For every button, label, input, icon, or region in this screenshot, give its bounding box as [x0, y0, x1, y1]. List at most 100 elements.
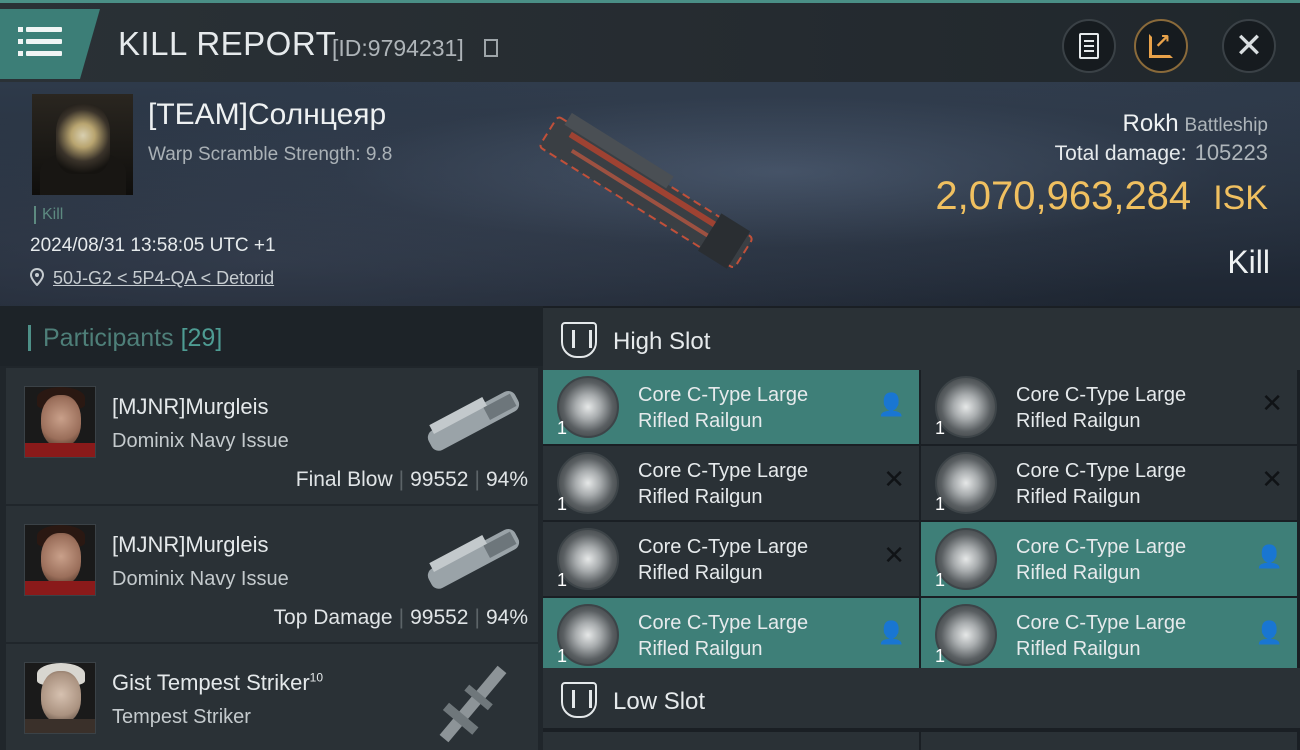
module-name-line2: Rifled Railgun [1016, 562, 1141, 584]
avatar-coat [25, 443, 95, 457]
separator: | [474, 606, 480, 629]
module-name: Core C-Type Large Rifled Railgun [638, 382, 868, 434]
share-icon [1149, 29, 1173, 58]
portrait-helmet [56, 104, 110, 174]
copy-icon[interactable] [484, 39, 498, 57]
page-title: KILL REPORT [118, 25, 337, 62]
notes-button[interactable] [1062, 19, 1116, 73]
avatar-coat [25, 719, 95, 733]
participant-ship: Dominix Navy Issue [112, 568, 289, 590]
participant-ship-image [427, 390, 520, 451]
menu-button[interactable] [0, 9, 100, 79]
total-damage: Total damage: 105223 [1055, 140, 1268, 166]
high-slot-icon [561, 322, 597, 358]
destroyed-x-icon: ✕ [1261, 388, 1283, 418]
participant-percent: 94% [485, 468, 528, 491]
participant-ship-image [427, 528, 520, 589]
close-button[interactable]: ✕ [1222, 19, 1276, 73]
victim-portrait[interactable] [32, 94, 133, 195]
location-pin-icon [30, 268, 44, 286]
dropped-person-icon: 👤 [1255, 544, 1283, 569]
participant-name-text: Gist Tempest Striker [112, 670, 310, 695]
separator: | [398, 468, 405, 491]
participant-role: Top Damage [273, 606, 393, 629]
module-quantity: 1 [557, 646, 568, 666]
module-name-line2: Rifled Railgun [1016, 638, 1141, 660]
high-slot-module[interactable]: 1 Core C-Type Large Rifled Railgun ✕ [921, 370, 1297, 444]
module-quantity: 1 [935, 646, 946, 666]
high-slot-module[interactable]: 1 Core C-Type Large Rifled Railgun 👤 [921, 598, 1297, 672]
participants-label: Participants [43, 324, 174, 352]
isk-value: 2,070,963,284 ISK [935, 174, 1268, 219]
ship-name[interactable]: Rokh [1123, 110, 1179, 137]
module-quantity: 1 [935, 418, 946, 438]
victim-ship: Rokh Battleship [1123, 110, 1268, 138]
module-name-line1: Core C-Type Large [638, 384, 809, 406]
high-slot-module[interactable]: 1 Core C-Type Large Rifled Railgun ✕ [543, 446, 919, 520]
high-slot-header: High Slot [543, 308, 1300, 370]
module-name-line1: Core C-Type Large [638, 612, 809, 634]
high-slot-module[interactable]: 1 Core C-Type Large Rifled Railgun ✕ [543, 522, 919, 596]
dropped-person-icon: 👤 [877, 620, 905, 645]
destroyed-x-icon: ✕ [883, 540, 905, 570]
participant-stats: Top Damage | 99552 | 94% [274, 606, 528, 630]
participant-ship: Tempest Striker [112, 706, 251, 728]
module-name-line2: Rifled Railgun [638, 638, 763, 660]
participant-row[interactable]: [MJNR]Murgleis Dominix Navy Issue Final … [6, 368, 538, 504]
victim-ship-image[interactable] [520, 104, 770, 284]
victim-pilot-name[interactable]: [TEAM]Солнцеяр [148, 98, 386, 132]
module-name-line1: Core C-Type Large [1016, 536, 1187, 558]
high-slot-module[interactable]: 1 Core C-Type Large Rifled Railgun 👤 [543, 598, 919, 672]
close-icon: ✕ [1234, 27, 1264, 65]
high-slot-module[interactable]: 1 Core C-Type Large Rifled Railgun ✕ [921, 446, 1297, 520]
module-quantity: 1 [935, 494, 946, 514]
participant-name: [MJNR]Murgleis [112, 394, 269, 419]
separator: | [474, 468, 480, 491]
low-slot-module[interactable] [921, 732, 1297, 750]
high-slot-module[interactable]: 1 Core C-Type Large Rifled Railgun 👤 [921, 522, 1297, 596]
module-name: Core C-Type Large Rifled Railgun [1016, 382, 1246, 434]
isk-amount: 2,070,963,284 [935, 174, 1192, 218]
module-name-line1: Core C-Type Large [638, 536, 809, 558]
avatar[interactable] [24, 386, 96, 458]
module-quantity: 1 [935, 570, 946, 590]
clipboard-icon [1079, 33, 1099, 59]
participant-row[interactable]: Gist Tempest Striker10 Tempest Striker [6, 644, 538, 750]
avatar[interactable] [24, 524, 96, 596]
participant-role: Final Blow [295, 468, 393, 491]
participant-row[interactable]: [MJNR]Murgleis Dominix Navy Issue Top Da… [6, 506, 538, 642]
participant-name: Gist Tempest Striker10 [112, 670, 323, 696]
avatar-face [41, 671, 81, 723]
module-name-line2: Rifled Railgun [638, 562, 763, 584]
low-slot-module[interactable] [543, 732, 919, 750]
kill-result: Kill [1227, 244, 1270, 280]
menu-icon [18, 27, 62, 32]
dropped-person-icon: 👤 [1255, 620, 1283, 645]
module-quantity: 1 [557, 494, 568, 514]
participants-count: [29] [180, 324, 223, 352]
module-name-line2: Rifled Railgun [1016, 486, 1141, 508]
avatar-face [41, 533, 81, 585]
module-name-line1: Core C-Type Large [1016, 384, 1187, 406]
module-name: Core C-Type Large Rifled Railgun [1016, 610, 1246, 662]
menu-icon-bar [18, 39, 62, 44]
module-name-line1: Core C-Type Large [1016, 460, 1187, 482]
header-bar: KILL REPORT [ID:9794231] ✕ [0, 0, 1300, 82]
module-quantity: 1 [557, 570, 568, 590]
participants-panel: Participants [29] [MJNR]Murgleis Dominix… [0, 306, 543, 750]
location-link[interactable]: 50J-G2 < 5P4-QA < Detorid [53, 268, 274, 289]
share-button[interactable] [1134, 19, 1188, 73]
kill-datetime: 2024/08/31 13:58:05 UTC +1 [30, 235, 276, 256]
avatar-face [41, 395, 81, 447]
participant-damage: 99552 [410, 606, 469, 629]
module-name-line2: Rifled Railgun [1016, 410, 1141, 432]
avatar-coat [25, 581, 95, 595]
high-slot-module[interactable]: 1 Core C-Type Large Rifled Railgun 👤 [543, 370, 919, 444]
avatar[interactable] [24, 662, 96, 734]
ship-class: Battleship [1184, 115, 1268, 136]
participants-header: Participants [29] [0, 306, 543, 366]
high-slot-title: High Slot [613, 328, 711, 355]
destroyed-x-icon: ✕ [883, 464, 905, 494]
total-damage-value: 105223 [1194, 140, 1268, 165]
isk-unit: ISK [1213, 179, 1268, 217]
